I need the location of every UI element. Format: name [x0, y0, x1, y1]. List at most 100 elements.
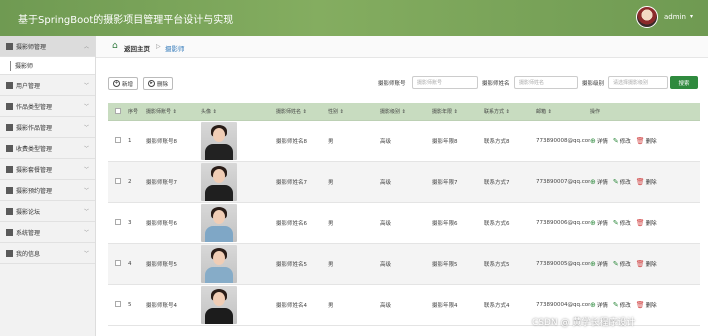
- detail-button[interactable]: ⊕ 详情: [590, 260, 608, 268]
- detail-button[interactable]: ⊕ 详情: [590, 301, 608, 309]
- row-delete-button[interactable]: 🗑 删除: [636, 260, 657, 268]
- chevron-down-icon: ﹀: [83, 209, 89, 215]
- detail-button[interactable]: ⊕ 详情: [590, 219, 608, 227]
- photographer-photo: [201, 204, 237, 242]
- edit-icon: ✎: [612, 260, 619, 268]
- menu-icon: [6, 165, 13, 173]
- row-level: 高级: [380, 180, 392, 186]
- search-icon: ⊕: [590, 260, 596, 268]
- row-avatar-cell: [201, 204, 276, 242]
- col-header-name[interactable]: 摄影师姓名 ⇕: [276, 108, 328, 115]
- detail-button[interactable]: ⊕ 详情: [590, 178, 608, 186]
- col-header-email[interactable]: 邮箱 ⇕: [536, 108, 590, 115]
- delete-label: 删除: [645, 139, 657, 145]
- search-button[interactable]: 搜索: [670, 76, 698, 89]
- account-search-label: 摄影师账号: [378, 81, 406, 87]
- sidebar-subitem-label: 摄影师: [15, 63, 34, 70]
- edit-button[interactable]: ✎ 修改: [613, 219, 631, 227]
- row-years: 摄影年限8: [432, 139, 458, 145]
- row-checkbox[interactable]: [108, 178, 128, 186]
- detail-button[interactable]: ⊕ 详情: [590, 137, 608, 145]
- photo-body: [205, 185, 233, 201]
- search-icon: ⊕: [590, 137, 596, 145]
- trash-icon: 🗑: [635, 301, 645, 309]
- search-icon: ⊕: [590, 219, 596, 227]
- edit-label: 修改: [619, 221, 631, 227]
- sidebar-item-work-type-mgmt[interactable]: 作品类型管理 ﹀: [0, 96, 95, 117]
- chevron-down-icon[interactable]: ▾: [690, 13, 693, 20]
- col-header-avatar[interactable]: 头像 ⇕: [201, 108, 276, 115]
- chevron-down-icon: ﹀: [83, 251, 89, 257]
- level-select[interactable]: 请选择摄影级别: [608, 76, 668, 89]
- trash-icon: 🗑: [635, 137, 645, 145]
- row-account: 摄影师账号4: [146, 303, 177, 309]
- chevron-down-icon: ﹀: [83, 167, 89, 173]
- row-delete-button[interactable]: 🗑 删除: [636, 178, 657, 186]
- breadcrumb-home-link[interactable]: 返回主页: [124, 43, 150, 53]
- row-name: 摄影师姓名6: [276, 221, 307, 227]
- sidebar-item-package-mgmt[interactable]: 摄影套餐管理 ﹀: [0, 159, 95, 180]
- row-years: 摄影年限5: [432, 262, 458, 268]
- name-search-input[interactable]: 摄影师姓名: [514, 76, 578, 89]
- play-icon: ▸: [148, 80, 155, 87]
- menu-icon: [6, 186, 13, 194]
- edit-button[interactable]: ✎ 修改: [613, 260, 631, 268]
- sidebar-item-fee-type-mgmt[interactable]: 收费类型管理 ﹀: [0, 138, 95, 159]
- sidebar-item-photographer-mgmt[interactable]: 摄影师管理 ︿: [0, 36, 95, 57]
- level-search-label: 摄影级别: [582, 81, 605, 87]
- sidebar-item-system-mgmt[interactable]: 系统管理 ﹀: [0, 222, 95, 243]
- row-checkbox[interactable]: [108, 219, 128, 227]
- sidebar-item-my-info[interactable]: 我的信息 ﹀: [0, 243, 95, 264]
- col-header-contact[interactable]: 联系方式 ⇕: [484, 108, 536, 115]
- row-checkbox[interactable]: [108, 301, 128, 309]
- account-search-input[interactable]: 摄影师账号: [412, 76, 478, 89]
- delete-label: 删除: [645, 180, 657, 186]
- photo-face: [213, 292, 225, 306]
- photo-body: [205, 144, 233, 160]
- row-delete-button[interactable]: 🗑 删除: [636, 301, 657, 309]
- user-name[interactable]: admin: [664, 13, 686, 21]
- sidebar-item-works-mgmt[interactable]: 摄影作品管理 ﹀: [0, 117, 95, 138]
- col-header-account[interactable]: 摄影师账号 ⇕: [146, 108, 201, 115]
- detail-label: 详情: [596, 180, 608, 186]
- table-row: 3 摄影师账号6 摄影师姓名6 男 高级 摄影年限6 联系方式6 773890006@qq.c…: [108, 203, 700, 244]
- search-icon: ⊕: [590, 301, 596, 309]
- trash-icon: 🗑: [635, 178, 645, 186]
- col-header-level[interactable]: 摄影级别 ⇕: [380, 108, 432, 115]
- row-email: 773890005@qq.com: [536, 261, 590, 267]
- select-all-checkbox[interactable]: [108, 107, 128, 116]
- row-index: 4: [128, 261, 132, 267]
- row-checkbox[interactable]: [108, 260, 128, 268]
- detail-label: 详情: [596, 262, 608, 268]
- table-row: 1 摄影师账号8 摄影师姓名8 男 高级 摄影年限8 联系方式8 773890008@qq.c…: [108, 121, 700, 162]
- add-button[interactable]: + 新增: [108, 77, 139, 90]
- photo-body: [205, 226, 233, 242]
- photo-face: [213, 128, 225, 142]
- sidebar-item-booking-mgmt[interactable]: 摄影预约管理 ﹀: [0, 180, 95, 201]
- col-header-years[interactable]: 摄影年限 ⇕: [432, 108, 484, 115]
- delete-button[interactable]: ▸ 删除: [143, 77, 174, 90]
- sidebar-item-label: 用户管理: [16, 82, 41, 90]
- col-header-gender[interactable]: 性别 ⇕: [328, 108, 380, 115]
- sidebar-item-forum[interactable]: 摄影论坛 ﹀: [0, 201, 95, 222]
- edit-button[interactable]: ✎ 修改: [613, 301, 631, 309]
- row-checkbox[interactable]: [108, 137, 128, 145]
- sidebar-subitem-photographer[interactable]: 摄影师: [0, 57, 95, 75]
- sidebar-item-label: 摄影师管理: [16, 43, 47, 51]
- user-avatar[interactable]: [636, 6, 658, 28]
- chevron-down-icon: ﹀: [83, 146, 89, 152]
- breadcrumb: ⌂ 返回主页 ▷ 摄影师: [96, 36, 708, 58]
- row-delete-button[interactable]: 🗑 删除: [636, 137, 657, 145]
- edit-button[interactable]: ✎ 修改: [613, 178, 631, 186]
- menu-icon: [6, 207, 13, 215]
- menu-icon: [6, 102, 13, 110]
- row-delete-button[interactable]: 🗑 删除: [636, 219, 657, 227]
- row-account: 摄影师账号8: [146, 139, 177, 145]
- sidebar-item-user-mgmt[interactable]: 用户管理 ﹀: [0, 75, 95, 96]
- home-icon[interactable]: ⌂: [112, 42, 121, 51]
- row-contact: 联系方式6: [484, 221, 510, 227]
- delete-label: 删除: [645, 262, 657, 268]
- row-name: 摄影师姓名5: [276, 262, 307, 268]
- edit-button[interactable]: ✎ 修改: [613, 137, 631, 145]
- menu-icon: [6, 123, 13, 131]
